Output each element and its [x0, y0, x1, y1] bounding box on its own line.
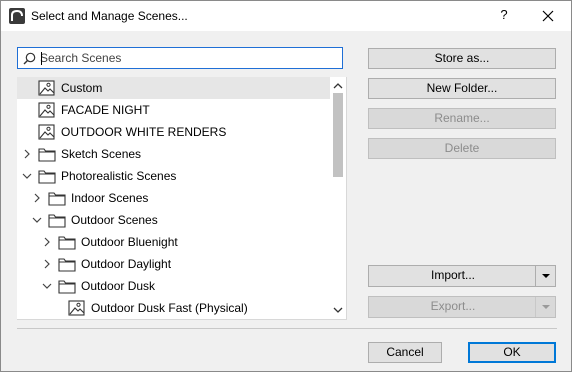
- tree-item-label: Outdoor Dusk: [81, 279, 156, 293]
- export-dropdown[interactable]: [535, 297, 555, 317]
- scene-image-icon: [38, 124, 56, 140]
- folder-icon: [48, 212, 66, 228]
- new-folder-button[interactable]: New Folder...: [368, 78, 556, 99]
- close-icon[interactable]: [537, 6, 559, 26]
- tree-folder-row[interactable]: Sketch Scenes: [17, 143, 330, 165]
- import-split-button[interactable]: Import...: [368, 265, 556, 287]
- tree-item-label: Outdoor Daylight: [81, 257, 172, 271]
- chevron-down-icon: [542, 274, 550, 278]
- tree-item-label: Outdoor Scenes: [71, 213, 158, 227]
- chevron-right-icon[interactable]: [32, 192, 42, 204]
- chevron-down-icon: [542, 305, 550, 309]
- dialog-title: Select and Manage Scenes...: [31, 9, 188, 23]
- tree-item-label: Custom: [61, 81, 103, 95]
- chevron-right-icon[interactable]: [22, 148, 32, 160]
- tree-scene-row[interactable]: OUTDOOR WHITE RENDERS: [17, 121, 330, 143]
- tree-folder-row[interactable]: Indoor Scenes: [17, 187, 330, 209]
- export-button-label[interactable]: Export...: [369, 297, 537, 317]
- tree-item-label: FACADE NIGHT: [61, 103, 150, 117]
- search-icon: [23, 52, 36, 65]
- tree-item-label: Indoor Scenes: [71, 191, 149, 205]
- import-button-label[interactable]: Import...: [369, 266, 537, 286]
- folder-icon: [48, 190, 66, 206]
- scene-image-icon: [38, 80, 56, 96]
- export-split-button[interactable]: Export...: [368, 296, 556, 318]
- archicad-app-icon: [9, 8, 25, 24]
- text-caret: [41, 52, 42, 65]
- import-dropdown[interactable]: [535, 266, 555, 286]
- tree-item-label: Outdoor Dusk Fast (Physical): [91, 301, 248, 315]
- ok-button[interactable]: OK: [468, 342, 556, 363]
- search-input[interactable]: [40, 50, 338, 66]
- chevron-down-icon[interactable]: [42, 280, 52, 292]
- folder-icon: [38, 168, 56, 184]
- help-button[interactable]: ?: [496, 7, 512, 25]
- scene-image-icon: [38, 102, 56, 118]
- footer-separator: [17, 328, 557, 329]
- tree-folder-row[interactable]: Outdoor Daylight: [17, 253, 330, 275]
- tree-folder-row[interactable]: Outdoor Dusk: [17, 275, 330, 297]
- tree-item-label: OUTDOOR WHITE RENDERS: [61, 125, 227, 139]
- tree-scene-row[interactable]: Custom: [17, 77, 330, 99]
- chevron-right-icon[interactable]: [42, 258, 52, 270]
- tree-item-label: Outdoor Bluenight: [81, 235, 178, 249]
- tree-scene-row[interactable]: Outdoor Dusk Fast (Physical): [17, 297, 330, 319]
- chevron-down-icon[interactable]: [32, 214, 42, 226]
- tree-folder-row[interactable]: Outdoor Bluenight: [17, 231, 330, 253]
- chevron-right-icon[interactable]: [42, 236, 52, 248]
- search-field[interactable]: [17, 47, 343, 69]
- select-manage-scenes-dialog: Select and Manage Scenes... ? Custom FACA…: [0, 0, 572, 372]
- folder-icon: [38, 146, 56, 162]
- tree-folder-row[interactable]: Outdoor Scenes: [17, 209, 330, 231]
- tree-item-label: Photorealistic Scenes: [61, 169, 177, 183]
- scroll-up-arrow-icon[interactable]: [333, 82, 343, 90]
- folder-icon: [58, 256, 76, 272]
- rename-button[interactable]: Rename...: [368, 108, 556, 129]
- scene-tree[interactable]: Custom FACADE NIGHT OUTDOOR WHITE RENDERS S…: [17, 77, 347, 320]
- title-bar: Select and Manage Scenes... ?: [1, 1, 571, 31]
- tree-item-label: Sketch Scenes: [61, 147, 142, 161]
- store-as-button[interactable]: Store as...: [368, 48, 556, 69]
- folder-icon: [58, 234, 76, 250]
- scene-image-icon: [68, 300, 86, 316]
- scroll-down-arrow-icon[interactable]: [333, 306, 343, 314]
- tree-scene-row[interactable]: FACADE NIGHT: [17, 99, 330, 121]
- scroll-thumb[interactable]: [333, 93, 343, 177]
- delete-button[interactable]: Delete: [368, 138, 556, 159]
- chevron-down-icon[interactable]: [22, 170, 32, 182]
- folder-icon: [58, 278, 76, 294]
- cancel-button[interactable]: Cancel: [368, 342, 442, 363]
- tree-vertical-scrollbar[interactable]: [330, 77, 346, 319]
- tree-folder-row[interactable]: Photorealistic Scenes: [17, 165, 330, 187]
